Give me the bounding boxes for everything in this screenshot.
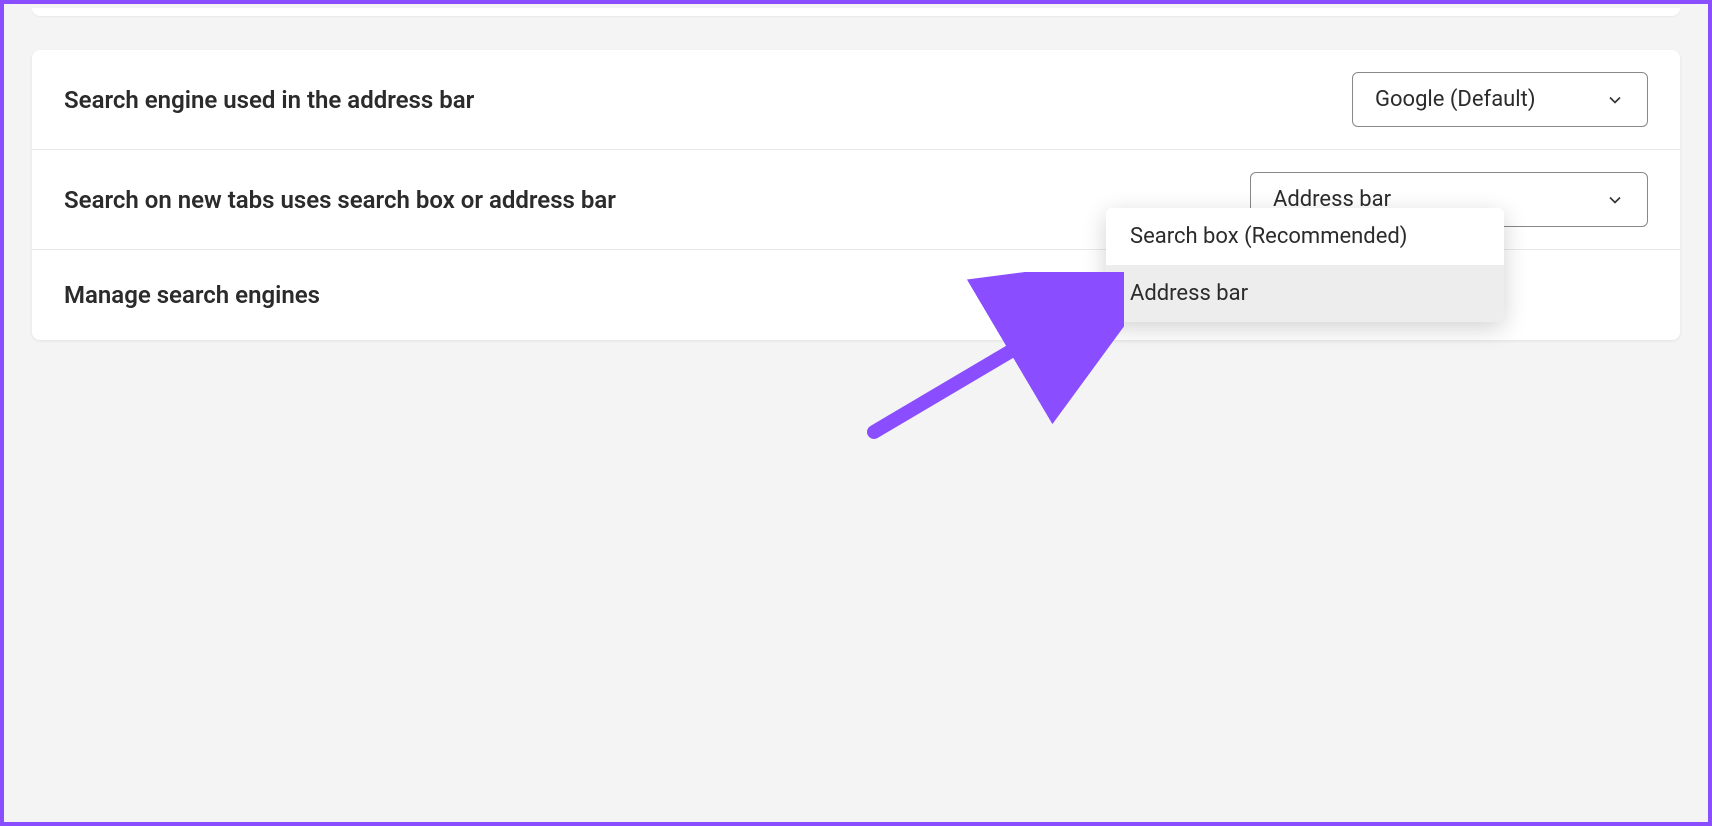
label-search-engine: Search engine used in the address bar <box>64 86 474 114</box>
chevron-down-icon <box>1605 190 1625 210</box>
panel-sliver <box>32 8 1680 16</box>
select-search-engine-value: Google (Default) <box>1375 87 1536 112</box>
label-new-tab-search: Search on new tabs uses search box or ad… <box>64 186 616 214</box>
select-search-engine[interactable]: Google (Default) <box>1352 72 1648 127</box>
dropdown-option-address-bar[interactable]: Address bar <box>1106 265 1504 322</box>
row-search-engine: Search engine used in the address bar Go… <box>32 50 1680 150</box>
dropdown-new-tab-search: Search box (Recommended) Address bar <box>1106 208 1504 322</box>
chevron-down-icon <box>1605 90 1625 110</box>
dropdown-option-search-box[interactable]: Search box (Recommended) <box>1106 208 1504 265</box>
label-manage-search-engines: Manage search engines <box>64 281 320 309</box>
